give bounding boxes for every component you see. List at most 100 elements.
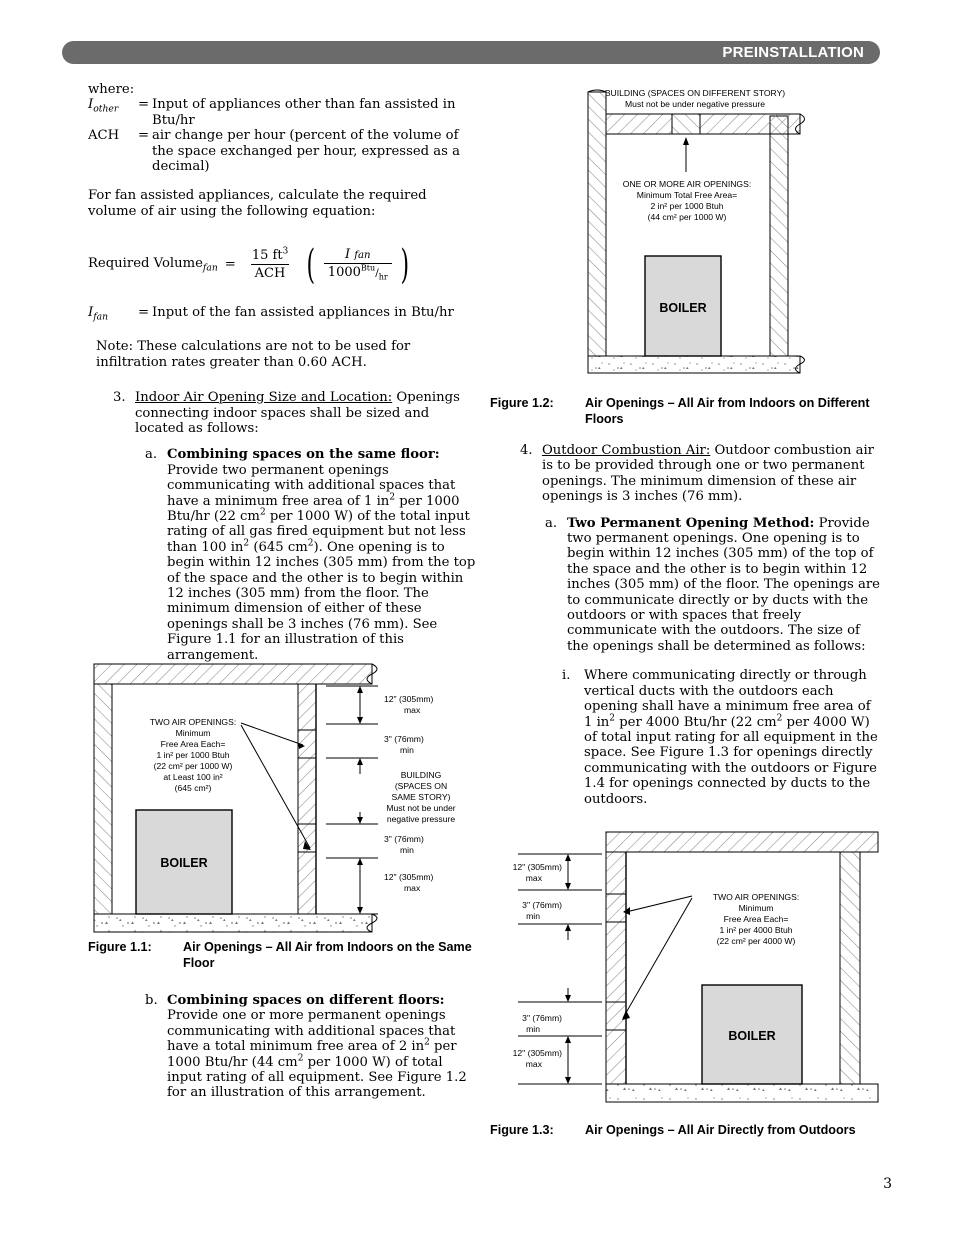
svg-text:max: max bbox=[404, 883, 421, 893]
equation-equals: = bbox=[224, 257, 236, 273]
figure-1-3-diagram: BOILER TWO AIR OPENINGS: Minimum Free Ar… bbox=[484, 828, 880, 1111]
ifan-text: Input of the fan assisted appliances in … bbox=[152, 305, 454, 321]
svg-text:min: min bbox=[400, 745, 414, 755]
right-wall bbox=[839, 851, 861, 1085]
definition-equals: = bbox=[138, 97, 150, 113]
item3a-text: Provide two permanent openings communica… bbox=[167, 462, 476, 663]
item3-heading: Indoor Air Opening Size and Location: bbox=[135, 390, 393, 406]
list-marker: 4. bbox=[520, 443, 533, 458]
svg-text:3" (76mm): 3" (76mm) bbox=[522, 1013, 562, 1023]
svg-text:12" (305mm): 12" (305mm) bbox=[384, 694, 434, 704]
svg-text:(645 cm²): (645 cm²) bbox=[175, 783, 212, 793]
ifan-definition: Ifan = Input of the fan assisted applian… bbox=[88, 305, 478, 325]
left-column: where: Iother = Input of appliances othe… bbox=[88, 82, 478, 663]
figure-1-1-note: BUILDING (SPACES ON SAME STORY) Must not… bbox=[386, 770, 455, 824]
dimension-lines bbox=[326, 685, 378, 915]
definition-row: ACH = air change per hour (percent of th… bbox=[88, 128, 478, 174]
svg-text:negative pressure: negative pressure bbox=[387, 814, 456, 824]
definition-row: Iother = Input of appliances other than … bbox=[88, 97, 478, 128]
svg-text:(44 cm² per 1000 W): (44 cm² per 1000 W) bbox=[648, 212, 727, 222]
exterior-wall-with-openings bbox=[605, 851, 627, 1085]
list-item-body: Where communicating directly or through … bbox=[584, 668, 878, 807]
right-column: 4. Outdoor Combustion Air: Outdoor combu… bbox=[520, 443, 880, 807]
figure-1-2-caption-text: Air Openings – All Air from Indoors on D… bbox=[585, 396, 870, 426]
floor-slab bbox=[93, 913, 378, 933]
item3b-text: Provide one or more permanent openings c… bbox=[167, 1008, 467, 1101]
svg-text:12" (305mm): 12" (305mm) bbox=[384, 872, 434, 882]
list-item-3: 3. Indoor Air Opening Size and Location:… bbox=[113, 390, 478, 436]
svg-text:min: min bbox=[526, 1024, 540, 1034]
document-page: PREINSTALLATION where: Iother = Input of… bbox=[0, 0, 954, 1235]
page-header-title: PREINSTALLATION bbox=[722, 44, 864, 61]
list-marker: a. bbox=[145, 447, 158, 463]
svg-text:BUILDING: BUILDING bbox=[401, 770, 442, 780]
boiler-label: BOILER bbox=[160, 856, 207, 870]
boiler-label: BOILER bbox=[659, 301, 706, 315]
svg-text:1 in² per 1000 Btuh: 1 in² per 1000 Btuh bbox=[156, 750, 229, 760]
where-definitions: Iother = Input of appliances other than … bbox=[88, 97, 478, 174]
list-item-4a: a. Two Permanent Opening Method: Provide… bbox=[545, 516, 880, 655]
ceiling-assembly bbox=[605, 831, 879, 853]
svg-text:TWO AIR OPENINGS:: TWO AIR OPENINGS: bbox=[150, 717, 236, 727]
fan-intro-paragraph: For fan assisted appliances, calculate t… bbox=[88, 188, 427, 219]
svg-text:3" (76mm): 3" (76mm) bbox=[522, 900, 562, 910]
figure-1-3-caption-text: Air Openings – All Air Directly from Out… bbox=[585, 1123, 856, 1137]
page-number: 3 bbox=[883, 1176, 892, 1192]
dimension-labels: 12" (305mm)max 3" (76mm)min 3" (76mm)min… bbox=[513, 862, 563, 1069]
figure-1-2-caption-label: Figure 1.2: bbox=[490, 396, 554, 410]
item3a-heading: Combining spaces on the same floor: bbox=[167, 447, 440, 463]
equation-lhs: Required Volumefan bbox=[88, 255, 218, 274]
svg-text:max: max bbox=[526, 873, 543, 883]
figure-1-1-caption-label: Figure 1.1: bbox=[88, 940, 152, 954]
list-item-body: Combining spaces on the same floor: Prov… bbox=[167, 447, 478, 663]
svg-text:Must not be under: Must not be under bbox=[386, 803, 455, 813]
figure-1-1-diagram: BOILER TWO AIR OPENINGS: Minimum Free Ar… bbox=[88, 662, 480, 934]
left-paren: ( bbox=[306, 241, 316, 288]
svg-text:min: min bbox=[400, 845, 414, 855]
figure-1-1-caption-text: Air Openings – All Air from Indoors on t… bbox=[183, 940, 472, 970]
figure-1-3-callout: TWO AIR OPENINGS: Minimum Free Area Each… bbox=[713, 892, 799, 946]
svg-text:Free Area Each=: Free Area Each= bbox=[724, 914, 789, 924]
list-item-4: 4. Outdoor Combustion Air: Outdoor combu… bbox=[520, 443, 880, 505]
fraction-numerator: I fan bbox=[344, 247, 371, 263]
floor-slab bbox=[605, 1083, 879, 1103]
figure-1-2-caption: Figure 1.2: Air Openings – All Air from … bbox=[490, 396, 890, 427]
svg-text:TWO AIR OPENINGS:: TWO AIR OPENINGS: bbox=[713, 892, 799, 902]
list-marker: 3. bbox=[113, 390, 126, 406]
svg-text:(SPACES ON: (SPACES ON bbox=[395, 781, 447, 791]
svg-text:Minimum Total Free Area=: Minimum Total Free Area= bbox=[637, 190, 737, 200]
figure-1-1-callout: TWO AIR OPENINGS: Minimum Free Area Each… bbox=[150, 717, 236, 793]
item4-heading: Outdoor Combustion Air: bbox=[542, 443, 711, 458]
boiler-unit: BOILER bbox=[135, 809, 233, 915]
svg-text:Minimum: Minimum bbox=[739, 903, 774, 913]
where-label: where: bbox=[88, 82, 135, 97]
svg-text:12" (305mm): 12" (305mm) bbox=[513, 1048, 563, 1058]
svg-text:2 in² per 1000 Btuh: 2 in² per 1000 Btuh bbox=[650, 201, 723, 211]
ifan-term: Ifan bbox=[88, 305, 109, 323]
page-header-bar: PREINSTALLATION bbox=[62, 41, 880, 64]
figure-1-2-title: BUILDING (SPACES ON DIFFERENT STORY) Mus… bbox=[605, 88, 785, 109]
svg-text:min: min bbox=[526, 911, 540, 921]
partition-wall-with-openings bbox=[297, 683, 317, 915]
callout-leader-lines bbox=[622, 895, 693, 1020]
list-item-body: Combining spaces on different floors: Pr… bbox=[167, 993, 478, 1101]
item4a-text: Provide two permanent openings. One open… bbox=[567, 515, 880, 654]
svg-text:Minimum: Minimum bbox=[176, 728, 211, 738]
left-wall bbox=[587, 89, 607, 357]
fraction-denominator: ACH bbox=[250, 264, 290, 281]
item4a-heading: Two Permanent Opening Method: bbox=[567, 515, 815, 531]
definition-term: ACH bbox=[88, 128, 120, 144]
svg-text:max: max bbox=[526, 1059, 543, 1069]
svg-text:3" (76mm): 3" (76mm) bbox=[384, 734, 424, 744]
list-item-3a: a. Combining spaces on the same floor: P… bbox=[145, 447, 478, 663]
boiler-unit: BOILER bbox=[644, 255, 722, 357]
svg-text:1 in² per 4000 Btuh: 1 in² per 4000 Btuh bbox=[719, 925, 792, 935]
item3b-heading: Combining spaces on different floors: bbox=[167, 993, 445, 1008]
list-marker: i. bbox=[562, 668, 571, 684]
ceiling-assembly bbox=[93, 663, 378, 685]
list-item-body: Indoor Air Opening Size and Location: Op… bbox=[135, 390, 478, 436]
calculation-note: Note: These calculations are not to be u… bbox=[96, 339, 411, 370]
list-item-body: Two Permanent Opening Method: Provide tw… bbox=[567, 516, 880, 655]
list-item-3b: b. Combining spaces on different floors:… bbox=[145, 993, 478, 1101]
svg-text:(22 cm² per 4000 W): (22 cm² per 4000 W) bbox=[717, 936, 796, 946]
